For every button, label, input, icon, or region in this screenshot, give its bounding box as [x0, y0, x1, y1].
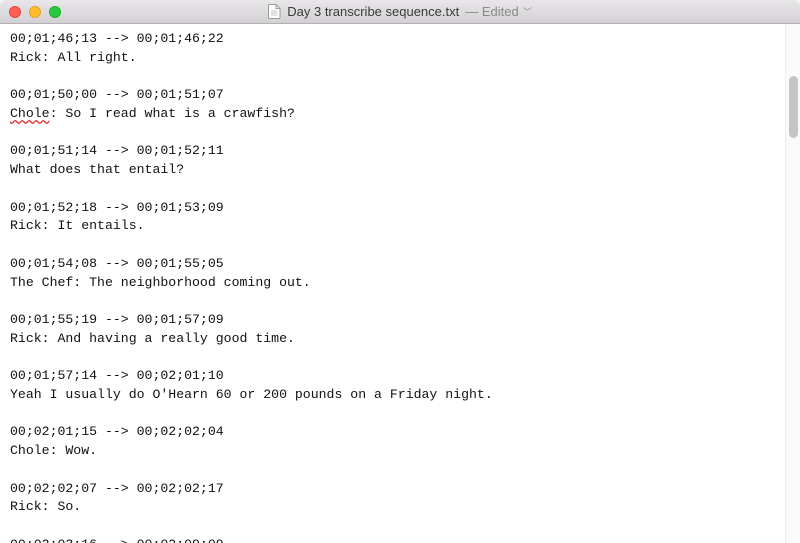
transcript-block: 00;01;46;13 --> 00;01;46;22Rick: All rig… [10, 30, 775, 67]
transcript-text: The Chef: The neighborhood coming out. [10, 274, 775, 293]
timecode: 00;01;55;19 --> 00;01;57;09 [10, 311, 775, 330]
timecode: 00;02;01;15 --> 00;02;02;04 [10, 423, 775, 442]
transcript-block: 00;01;54;08 --> 00;01;55;05The Chef: The… [10, 255, 775, 292]
transcript-block: 00;01;52;18 --> 00;01;53;09Rick: It enta… [10, 199, 775, 236]
timecode: 00;01;52;18 --> 00;01;53;09 [10, 199, 775, 218]
timecode: 00;02;03;16 --> 00;02;09;09 [10, 536, 775, 543]
timecode: 00;01;51;14 --> 00;01;52;11 [10, 142, 775, 161]
timecode: 00;01;54;08 --> 00;01;55;05 [10, 255, 775, 274]
timecode: 00;02;02;07 --> 00;02;02;17 [10, 480, 775, 499]
transcript-block: 00;01;57;14 --> 00;02;01;10Yeah I usuall… [10, 367, 775, 404]
transcript-text: Chole: Wow. [10, 442, 775, 461]
transcript-block: 00;02;03;16 --> 00;02;09;09You know it's… [10, 536, 775, 543]
window-titlebar[interactable]: Day 3 transcribe sequence.txt — Edited ﹀ [0, 0, 800, 24]
zoom-button[interactable] [49, 6, 61, 18]
transcript-text: Rick: And having a really good time. [10, 330, 775, 349]
transcript-text: Rick: It entails. [10, 217, 775, 236]
timecode: 00;01;57;14 --> 00;02;01;10 [10, 367, 775, 386]
transcript-text: Rick: All right. [10, 49, 775, 68]
timecode: 00;01;50;00 --> 00;01;51;07 [10, 86, 775, 105]
scrollbar-thumb[interactable] [789, 76, 798, 138]
document-icon [268, 4, 281, 19]
window-title-edited: — Edited [465, 4, 518, 19]
traffic-lights [9, 6, 61, 18]
transcript-block: 00;02;02;07 --> 00;02;02;17Rick: So. [10, 480, 775, 517]
chevron-down-icon: ﹀ [523, 5, 532, 18]
transcript-text: Chole: So I read what is a crawfish? [10, 105, 775, 124]
transcript-block: 00;02;01;15 --> 00;02;02;04Chole: Wow. [10, 423, 775, 460]
spellcheck-error: Chole [10, 106, 50, 121]
window-title: Day 3 transcribe sequence.txt — Edited ﹀ [0, 4, 800, 19]
window-title-filename: Day 3 transcribe sequence.txt [287, 4, 459, 19]
transcript-block: 00;01;55;19 --> 00;01;57;09Rick: And hav… [10, 311, 775, 348]
minimize-button[interactable] [29, 6, 41, 18]
transcript-text: What does that entail? [10, 161, 775, 180]
editor-area: 00;01;46;13 --> 00;01;46;22Rick: All rig… [0, 24, 800, 543]
close-button[interactable] [9, 6, 21, 18]
scrollbar-track[interactable] [785, 24, 800, 543]
text-content[interactable]: 00;01;46;13 --> 00;01;46;22Rick: All rig… [0, 24, 785, 543]
transcript-block: 00;01;51;14 --> 00;01;52;11What does tha… [10, 142, 775, 179]
transcript-block: 00;01;50;00 --> 00;01;51;07Chole: So I r… [10, 86, 775, 123]
transcript-text: Rick: So. [10, 498, 775, 517]
transcript-text: Yeah I usually do O'Hearn 60 or 200 poun… [10, 386, 775, 405]
timecode: 00;01;46;13 --> 00;01;46;22 [10, 30, 775, 49]
